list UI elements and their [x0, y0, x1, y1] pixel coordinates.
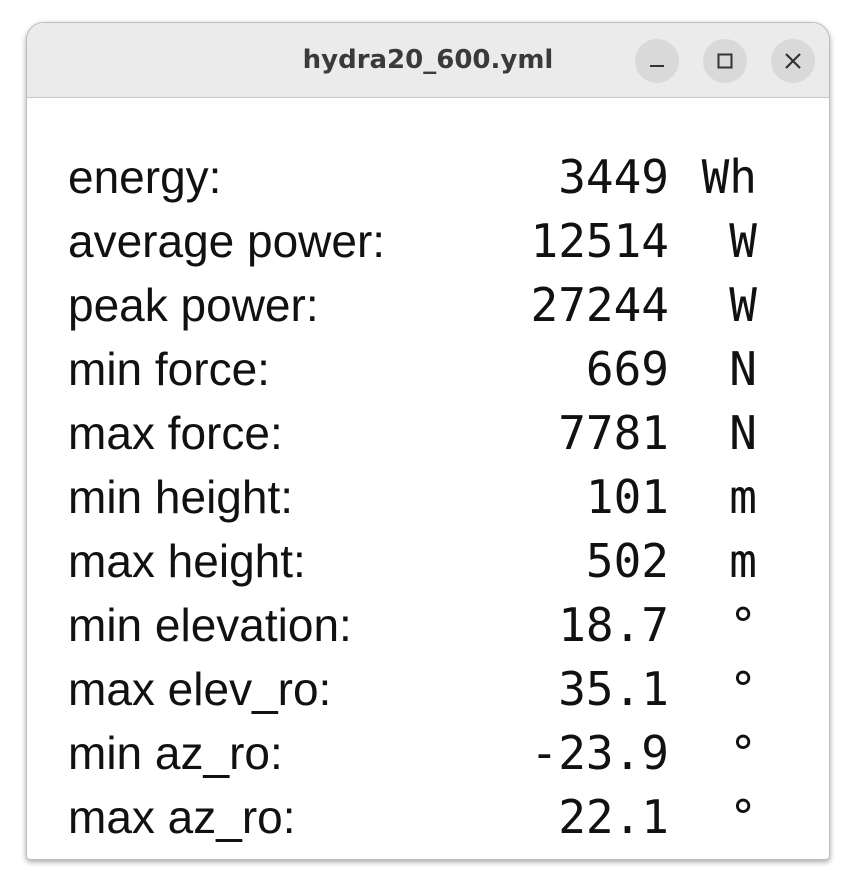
stat-row-peak-power: peak power: 27244 W [27, 273, 829, 337]
stat-value: 12514 [530, 214, 669, 268]
stat-value: 22.1 [558, 790, 669, 844]
stat-value: 3449 [558, 150, 669, 204]
stat-unit: ° [729, 726, 757, 780]
stat-row-max-az-ro: max az_ro: 22.1 ° [27, 785, 829, 849]
stat-label: min force: [68, 343, 270, 395]
stat-unit: N [729, 406, 757, 460]
maximize-icon [717, 53, 733, 69]
stat-row-min-force: min force: 669 N [27, 337, 829, 401]
stat-row-max-elev-ro: max elev_ro: 35.1 ° [27, 657, 829, 721]
stat-label: average power: [68, 215, 386, 267]
title-bar[interactable]: hydra20_600.yml [27, 23, 829, 98]
stat-unit: m [729, 470, 757, 524]
stat-unit: Wh [701, 150, 757, 204]
stat-unit: ° [729, 790, 757, 844]
stat-value: -23.9 [530, 726, 669, 780]
stat-value: 669 [585, 342, 669, 396]
stat-row-max-force: max force: 7781 N [27, 401, 829, 465]
stat-value: 27244 [530, 278, 669, 332]
stat-unit: N [729, 342, 757, 396]
stat-label: max force: [68, 407, 283, 459]
stats-panel: energy: 3449 Wh average power: 12514 W p… [27, 98, 829, 859]
stat-value: 502 [585, 534, 669, 588]
stat-label: max height: [68, 535, 306, 587]
stat-value: 18.7 [558, 598, 669, 652]
maximize-button[interactable] [703, 39, 747, 83]
stat-value: 35.1 [558, 662, 669, 716]
stat-label: min az_ro: [68, 727, 283, 779]
stat-row-min-az-ro: min az_ro: -23.9 ° [27, 721, 829, 785]
close-icon [785, 53, 801, 69]
stat-row-min-elevation: min elevation: 18.7 ° [27, 593, 829, 657]
stat-value: 7781 [558, 406, 669, 460]
stat-label: max az_ro: [68, 791, 296, 843]
stat-label: min elevation: [68, 599, 352, 651]
stat-unit: ° [729, 662, 757, 716]
stat-row-average-power: average power: 12514 W [27, 209, 829, 273]
stat-label: peak power: [68, 279, 319, 331]
stat-label: max elev_ro: [68, 663, 332, 715]
stat-unit: W [729, 214, 757, 268]
stat-value: 101 [585, 470, 669, 524]
close-button[interactable] [771, 39, 815, 83]
stat-unit: ° [729, 598, 757, 652]
stat-label: energy: [68, 151, 222, 203]
stat-unit: W [729, 278, 757, 332]
stat-label: min height: [68, 471, 294, 523]
stat-row-min-height: min height: 101 m [27, 465, 829, 529]
stat-row-max-height: max height: 502 m [27, 529, 829, 593]
stat-row-energy: energy: 3449 Wh [27, 145, 829, 209]
stat-unit: m [729, 534, 757, 588]
minimize-button[interactable] [635, 39, 679, 83]
minimize-icon [650, 65, 664, 67]
app-window: hydra20_600.yml energy: 3449 Wh average … [26, 22, 830, 860]
